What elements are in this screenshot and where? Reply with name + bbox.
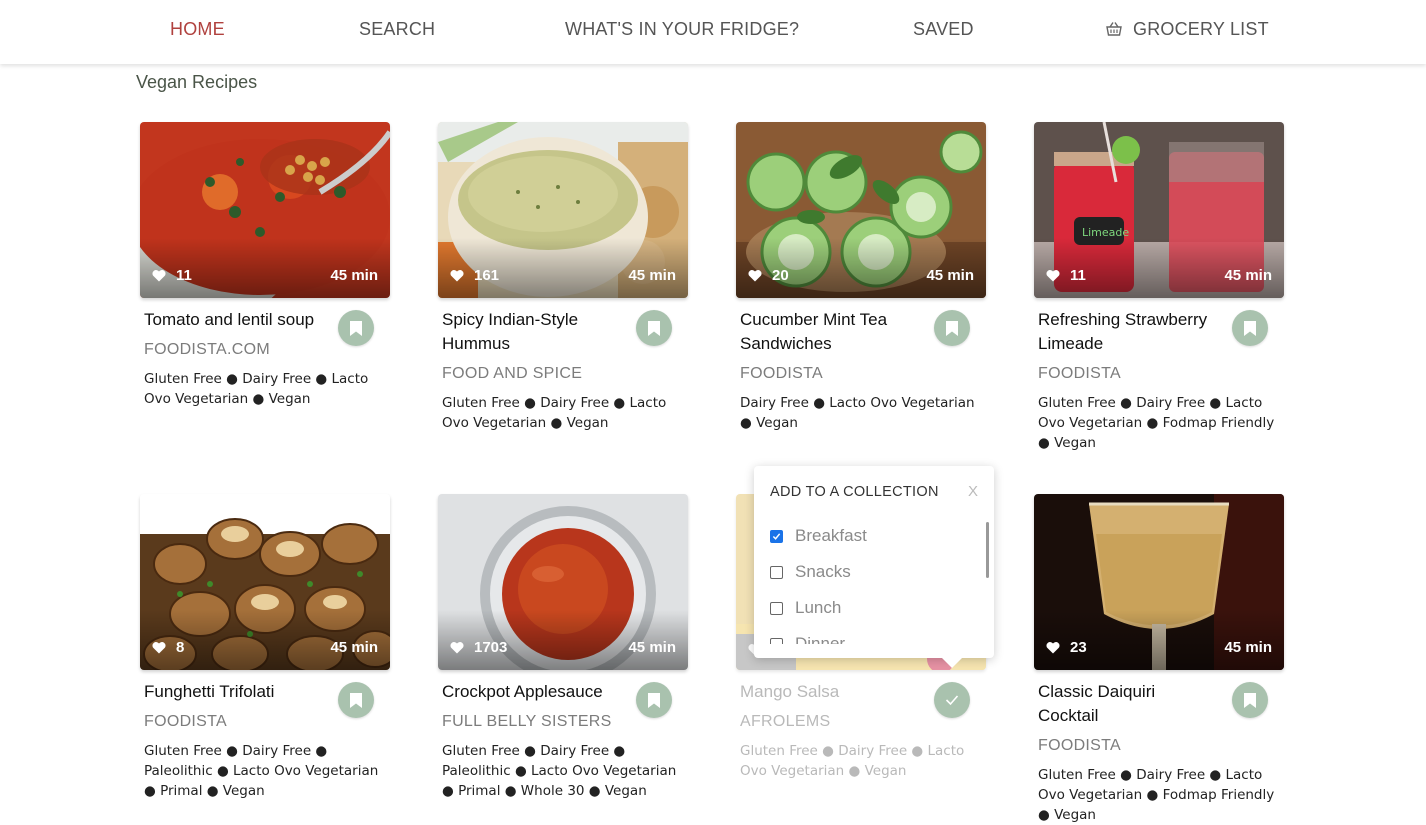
cook-time: 45 min	[1224, 267, 1272, 284]
diet-tags: Gluten Free ● Dairy Free ● Paleolithic ●…	[144, 743, 379, 799]
like-count[interactable]: 11	[1046, 267, 1086, 284]
add-to-collection-popup: ADD TO A COLLECTION X Breakfast Snacks L…	[754, 466, 994, 668]
bookmark-icon	[648, 320, 660, 336]
nav-search[interactable]: SEARCH	[359, 0, 435, 58]
recipe-source: FOODISTA	[740, 365, 823, 382]
checkbox[interactable]	[770, 565, 783, 579]
bookmark-button[interactable]	[338, 682, 374, 718]
bookmark-icon	[946, 320, 958, 336]
cook-time: 45 min	[628, 267, 676, 284]
check-icon	[772, 532, 781, 540]
recipe-card: 23 45 min Classic Daiquiri Cocktail FOOD…	[1034, 494, 1284, 825]
cook-time: 45 min	[628, 639, 676, 656]
recipe-title[interactable]: Classic Daiquiri Cocktail	[1038, 680, 1218, 728]
recipe-card: 161 45 min Spicy Indian-Style Hummus FOO…	[438, 122, 688, 433]
bookmark-icon	[648, 692, 660, 708]
recipe-card: 8 45 min Funghetti Trifolati FOODISTA Gl…	[140, 494, 390, 801]
bookmark-button[interactable]	[934, 310, 970, 346]
recipe-thumbnail[interactable]: 161 45 min	[438, 122, 688, 298]
recipe-card: Limeade 11 45 min Refreshing Strawberry …	[1034, 122, 1284, 453]
recipe-title[interactable]: Refreshing Strawberry Limeade	[1038, 308, 1218, 356]
recipe-title[interactable]: Mango Salsa	[740, 680, 920, 704]
like-count[interactable]: 20	[748, 267, 789, 284]
diet-tags: Gluten Free ● Dairy Free ● Paleolithic ●…	[442, 743, 677, 799]
cook-time: 45 min	[926, 267, 974, 284]
top-navbar: HOME SEARCH WHAT'S IN YOUR FRIDGE? SAVED…	[0, 0, 1426, 64]
popup-scrollbar[interactable]	[986, 522, 989, 578]
heart-icon	[152, 642, 166, 654]
nav-saved-label: SAVED	[913, 18, 974, 39]
recipe-thumbnail[interactable]: 20 45 min	[736, 122, 986, 298]
heart-icon	[450, 270, 464, 282]
heart-icon	[748, 270, 762, 282]
heart-icon	[450, 642, 464, 654]
bookmark-button[interactable]	[636, 310, 672, 346]
collection-option-lunch[interactable]: Lunch	[770, 590, 980, 626]
bookmark-icon	[1244, 692, 1256, 708]
heart-icon	[1046, 270, 1060, 282]
nav-home[interactable]: HOME	[170, 0, 225, 58]
bookmark-button[interactable]	[636, 682, 672, 718]
diet-tags: Gluten Free ● Dairy Free ● Lacto Ovo Veg…	[144, 371, 369, 407]
nav-grocery-list[interactable]: GROCERY LIST	[1105, 0, 1269, 58]
checkbox[interactable]	[770, 637, 783, 644]
collection-list[interactable]: Breakfast Snacks Lunch Dinner	[770, 518, 980, 644]
recipe-title[interactable]: Cucumber Mint Tea Sandwiches	[740, 308, 920, 356]
saved-check-button[interactable]	[934, 682, 970, 718]
like-count[interactable]: 11	[152, 267, 192, 284]
bookmark-button[interactable]	[1232, 682, 1268, 718]
nav-home-label: HOME	[170, 18, 225, 39]
nav-grocery-label: GROCERY LIST	[1133, 18, 1269, 39]
recipe-source: FOODISTA	[1038, 365, 1121, 382]
bookmark-icon	[1244, 320, 1256, 336]
nav-saved[interactable]: SAVED	[913, 0, 974, 58]
collection-option-breakfast[interactable]: Breakfast	[770, 518, 980, 554]
heart-icon	[152, 270, 166, 282]
bookmark-icon	[350, 320, 362, 336]
recipe-card: 1703 45 min Crockpot Applesauce FULL BEL…	[438, 494, 688, 801]
diet-tags: Dairy Free ● Lacto Ovo Vegetarian ● Vega…	[740, 395, 975, 431]
bookmark-button[interactable]	[338, 310, 374, 346]
bookmark-button[interactable]	[1232, 310, 1268, 346]
cook-time: 45 min	[1224, 639, 1272, 656]
nav-search-label: SEARCH	[359, 18, 436, 39]
recipe-card: 11 45 min Tomato and lentil soup FOODIST…	[140, 122, 390, 409]
recipe-source: FOODISTA	[1038, 737, 1121, 754]
recipe-thumbnail[interactable]: 11 45 min	[140, 122, 390, 298]
recipe-title[interactable]: Funghetti Trifolati	[144, 680, 324, 704]
diet-tags: Gluten Free ● Dairy Free ● Lacto Ovo Veg…	[442, 395, 667, 431]
recipe-title[interactable]: Spicy Indian-Style Hummus	[442, 308, 622, 356]
diet-tags: Gluten Free ● Dairy Free ● Lacto Ovo Veg…	[740, 743, 965, 779]
popup-close-button[interactable]: X	[968, 483, 978, 500]
collection-option-dinner[interactable]: Dinner	[770, 626, 980, 644]
cook-time: 45 min	[330, 639, 378, 656]
diet-tags: Gluten Free ● Dairy Free ● Lacto Ovo Veg…	[1038, 395, 1275, 451]
page-title: Vegan Recipes	[136, 72, 258, 92]
like-count[interactable]: 161	[450, 267, 499, 284]
recipe-thumbnail[interactable]: Limeade 11 45 min	[1034, 122, 1284, 298]
recipe-title[interactable]: Crockpot Applesauce	[442, 680, 622, 704]
checkbox-checked[interactable]	[770, 529, 783, 543]
recipe-thumbnail[interactable]: 1703 45 min	[438, 494, 688, 670]
like-count[interactable]: 8	[152, 639, 184, 656]
checkbox[interactable]	[770, 601, 783, 615]
heart-icon	[1046, 642, 1060, 654]
collection-option-snacks[interactable]: Snacks	[770, 554, 980, 590]
popup-title: ADD TO A COLLECTION	[770, 484, 939, 500]
recipe-title[interactable]: Tomato and lentil soup	[144, 308, 324, 332]
recipe-card: 20 45 min Cucumber Mint Tea Sandwiches F…	[736, 122, 986, 433]
check-icon	[945, 695, 959, 706]
recipe-source: FOOD AND SPICE	[442, 365, 583, 382]
like-count[interactable]: 1703	[450, 639, 507, 656]
nav-fridge-label: WHAT'S IN YOUR FRIDGE?	[565, 18, 800, 39]
like-count[interactable]: 23	[1046, 639, 1087, 656]
recipe-thumbnail[interactable]: 23 45 min	[1034, 494, 1284, 670]
nav-whats-in-your-fridge[interactable]: WHAT'S IN YOUR FRIDGE?	[565, 0, 799, 58]
bookmark-icon	[350, 692, 362, 708]
recipe-thumbnail[interactable]: 8 45 min	[140, 494, 390, 670]
basket-icon	[1106, 22, 1122, 36]
diet-tags: Gluten Free ● Dairy Free ● Lacto Ovo Veg…	[1038, 767, 1275, 823]
cook-time: 45 min	[330, 267, 378, 284]
